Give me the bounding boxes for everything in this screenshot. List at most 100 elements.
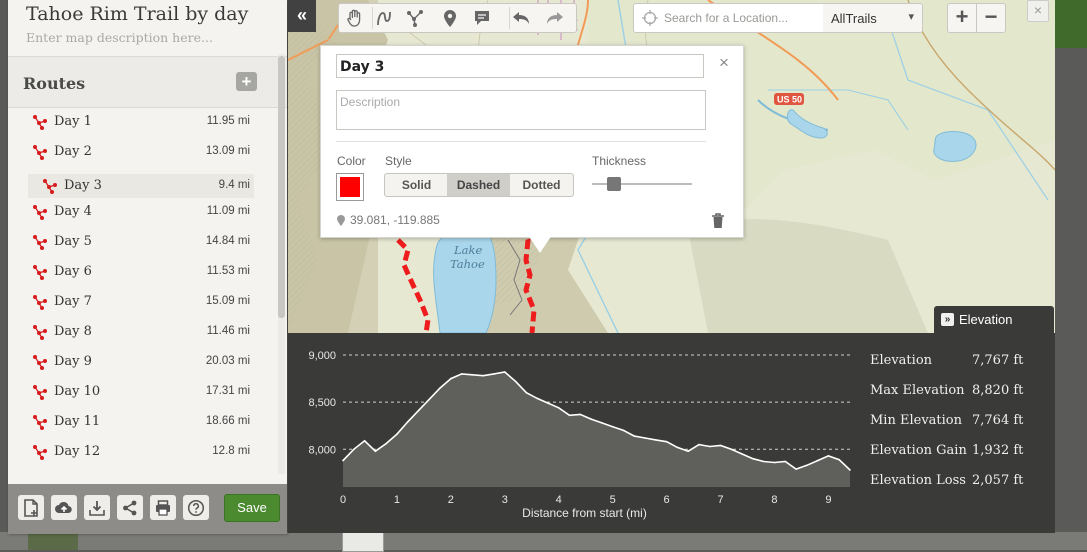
route-item[interactable]: Day 4 11.09 mi xyxy=(22,200,262,224)
undo-button[interactable] xyxy=(509,7,534,29)
elevation-point xyxy=(460,373,463,375)
x-tick-label: 4 xyxy=(556,494,562,506)
new-file-icon xyxy=(24,499,38,517)
route-item[interactable]: Day 11 18.66 mi xyxy=(22,410,262,434)
route-name: Day 6 xyxy=(54,264,92,279)
background-page-strip xyxy=(1052,0,1087,48)
route-item[interactable]: Day 3 9.4 mi xyxy=(28,174,254,198)
help-button[interactable] xyxy=(183,495,209,520)
zoom-out-button[interactable]: − xyxy=(976,3,1006,33)
hand-tool[interactable] xyxy=(344,7,368,29)
color-label: Color xyxy=(337,154,366,168)
routes-title: Routes xyxy=(23,74,86,93)
map-layer-select[interactable]: AllTrails ▾ xyxy=(823,3,923,33)
route-item[interactable]: Day 5 14.84 mi xyxy=(22,230,262,254)
freehand-tool[interactable] xyxy=(372,7,397,29)
elevation-point xyxy=(493,373,495,375)
elevation-stat-label: Max Elevation xyxy=(870,383,965,398)
scrollbar-thumb[interactable] xyxy=(278,56,285,318)
route-description-input[interactable]: Description xyxy=(336,90,706,130)
upload-button[interactable] xyxy=(51,495,77,520)
elevation-point xyxy=(396,433,398,435)
route-list: Day 1 11.95 mi Day 2 13.09 mi Day 3 9.4 mi Day… xyxy=(8,107,276,474)
elevation-point xyxy=(568,414,571,417)
route-item[interactable]: Day 1 11.95 mi xyxy=(22,110,262,134)
route-distance: 17.31 mi xyxy=(205,385,250,397)
elevation-point xyxy=(525,391,528,394)
route-item[interactable]: Day 8 11.46 mi xyxy=(22,320,262,344)
note-tool[interactable] xyxy=(471,7,495,29)
route-distance: 15.09 mi xyxy=(205,295,250,307)
elevation-stat-value: 2,057 ft xyxy=(972,473,1024,488)
route-item[interactable]: Day 9 20.03 mi xyxy=(22,350,262,374)
chevron-double-down-icon: » xyxy=(941,313,954,326)
style-solid-button[interactable]: Solid xyxy=(384,173,449,197)
undo-icon xyxy=(513,12,529,24)
elevation-point xyxy=(730,448,733,451)
color-swatch[interactable] xyxy=(336,173,364,201)
route-icon xyxy=(407,10,423,27)
route-item[interactable]: Day 10 17.31 mi xyxy=(22,380,262,404)
route-tool[interactable] xyxy=(404,7,428,29)
print-button[interactable] xyxy=(150,495,176,520)
elevation-point xyxy=(342,459,344,462)
popup-close-button[interactable]: × xyxy=(719,53,729,73)
route-icon xyxy=(33,385,47,400)
style-dotted-button[interactable]: Dotted xyxy=(510,173,574,197)
marker-icon xyxy=(444,10,456,27)
elevation-point xyxy=(406,421,409,423)
location-search[interactable]: Search for a Location... xyxy=(633,3,825,33)
freehand-icon xyxy=(377,11,391,26)
elevation-chart[interactable]: 8,000 8,500 9,000 0 1 2 3 4 5 6 7 8 9 Distance from s… xyxy=(288,333,863,533)
elevation-point xyxy=(655,439,657,441)
elevation-tab[interactable]: » Elevation xyxy=(934,306,1054,333)
elevation-point xyxy=(687,450,689,452)
search-input[interactable]: Search for a Location... xyxy=(664,11,788,25)
route-name-input[interactable]: Day 3 xyxy=(336,54,704,78)
zoom-in-button[interactable]: + xyxy=(947,3,977,33)
style-dashed-button[interactable]: Dashed xyxy=(447,173,511,197)
elevation-point xyxy=(806,464,808,467)
elevation-point xyxy=(773,461,776,464)
elevation-point xyxy=(741,453,743,455)
map-description-field[interactable]: Enter map description here... xyxy=(26,30,213,45)
route-icon xyxy=(33,145,47,160)
chevron-down-icon: ▾ xyxy=(908,11,914,23)
route-name: Day 7 xyxy=(54,294,92,309)
hand-icon xyxy=(347,9,361,27)
elevation-point xyxy=(709,445,711,448)
route-edit-popup: Day 3 × Description Color Style Solid Da… xyxy=(320,45,744,253)
elevation-tab-label: Elevation xyxy=(959,312,1013,327)
route-item[interactable]: Day 2 13.09 mi xyxy=(22,140,262,164)
elevation-stat-row: Elevation Loss 2,057 ft xyxy=(870,473,1030,493)
lake-label-line1: Lake xyxy=(453,243,482,257)
download-button[interactable] xyxy=(84,495,110,520)
map-title[interactable]: Tahoe Rim Trail by day xyxy=(26,3,248,25)
route-item[interactable]: Day 7 15.09 mi xyxy=(22,290,262,314)
note-icon xyxy=(475,11,489,25)
save-button[interactable]: Save xyxy=(224,494,280,522)
add-route-button[interactable]: + xyxy=(236,72,257,91)
y-tick-label: 8,500 xyxy=(308,397,336,409)
crosshair-icon xyxy=(642,10,658,26)
elevation-stat-label: Elevation xyxy=(870,353,933,368)
elevation-point xyxy=(849,469,851,471)
elevation-point xyxy=(676,446,679,449)
marker-tool[interactable] xyxy=(439,7,463,29)
close-map-button[interactable]: × xyxy=(1027,0,1049,22)
share-button[interactable] xyxy=(117,495,143,520)
route-icon xyxy=(43,179,57,194)
color-swatch-fill xyxy=(340,177,360,197)
pin-icon xyxy=(337,215,345,226)
route-list-scrollbar[interactable] xyxy=(278,54,285,474)
elevation-point xyxy=(504,371,506,373)
redo-button[interactable] xyxy=(544,7,568,29)
route-item[interactable]: Day 6 11.53 mi xyxy=(22,260,262,284)
new-file-button[interactable] xyxy=(18,495,44,520)
x-axis-label: Distance from start (mi) xyxy=(522,506,647,520)
elevation-point xyxy=(557,407,560,409)
route-item[interactable]: Day 12 12.8 mi xyxy=(22,440,262,464)
thickness-slider-handle[interactable] xyxy=(607,177,621,191)
trash-icon[interactable] xyxy=(711,213,725,229)
collapse-panel-button[interactable]: « xyxy=(288,0,316,32)
